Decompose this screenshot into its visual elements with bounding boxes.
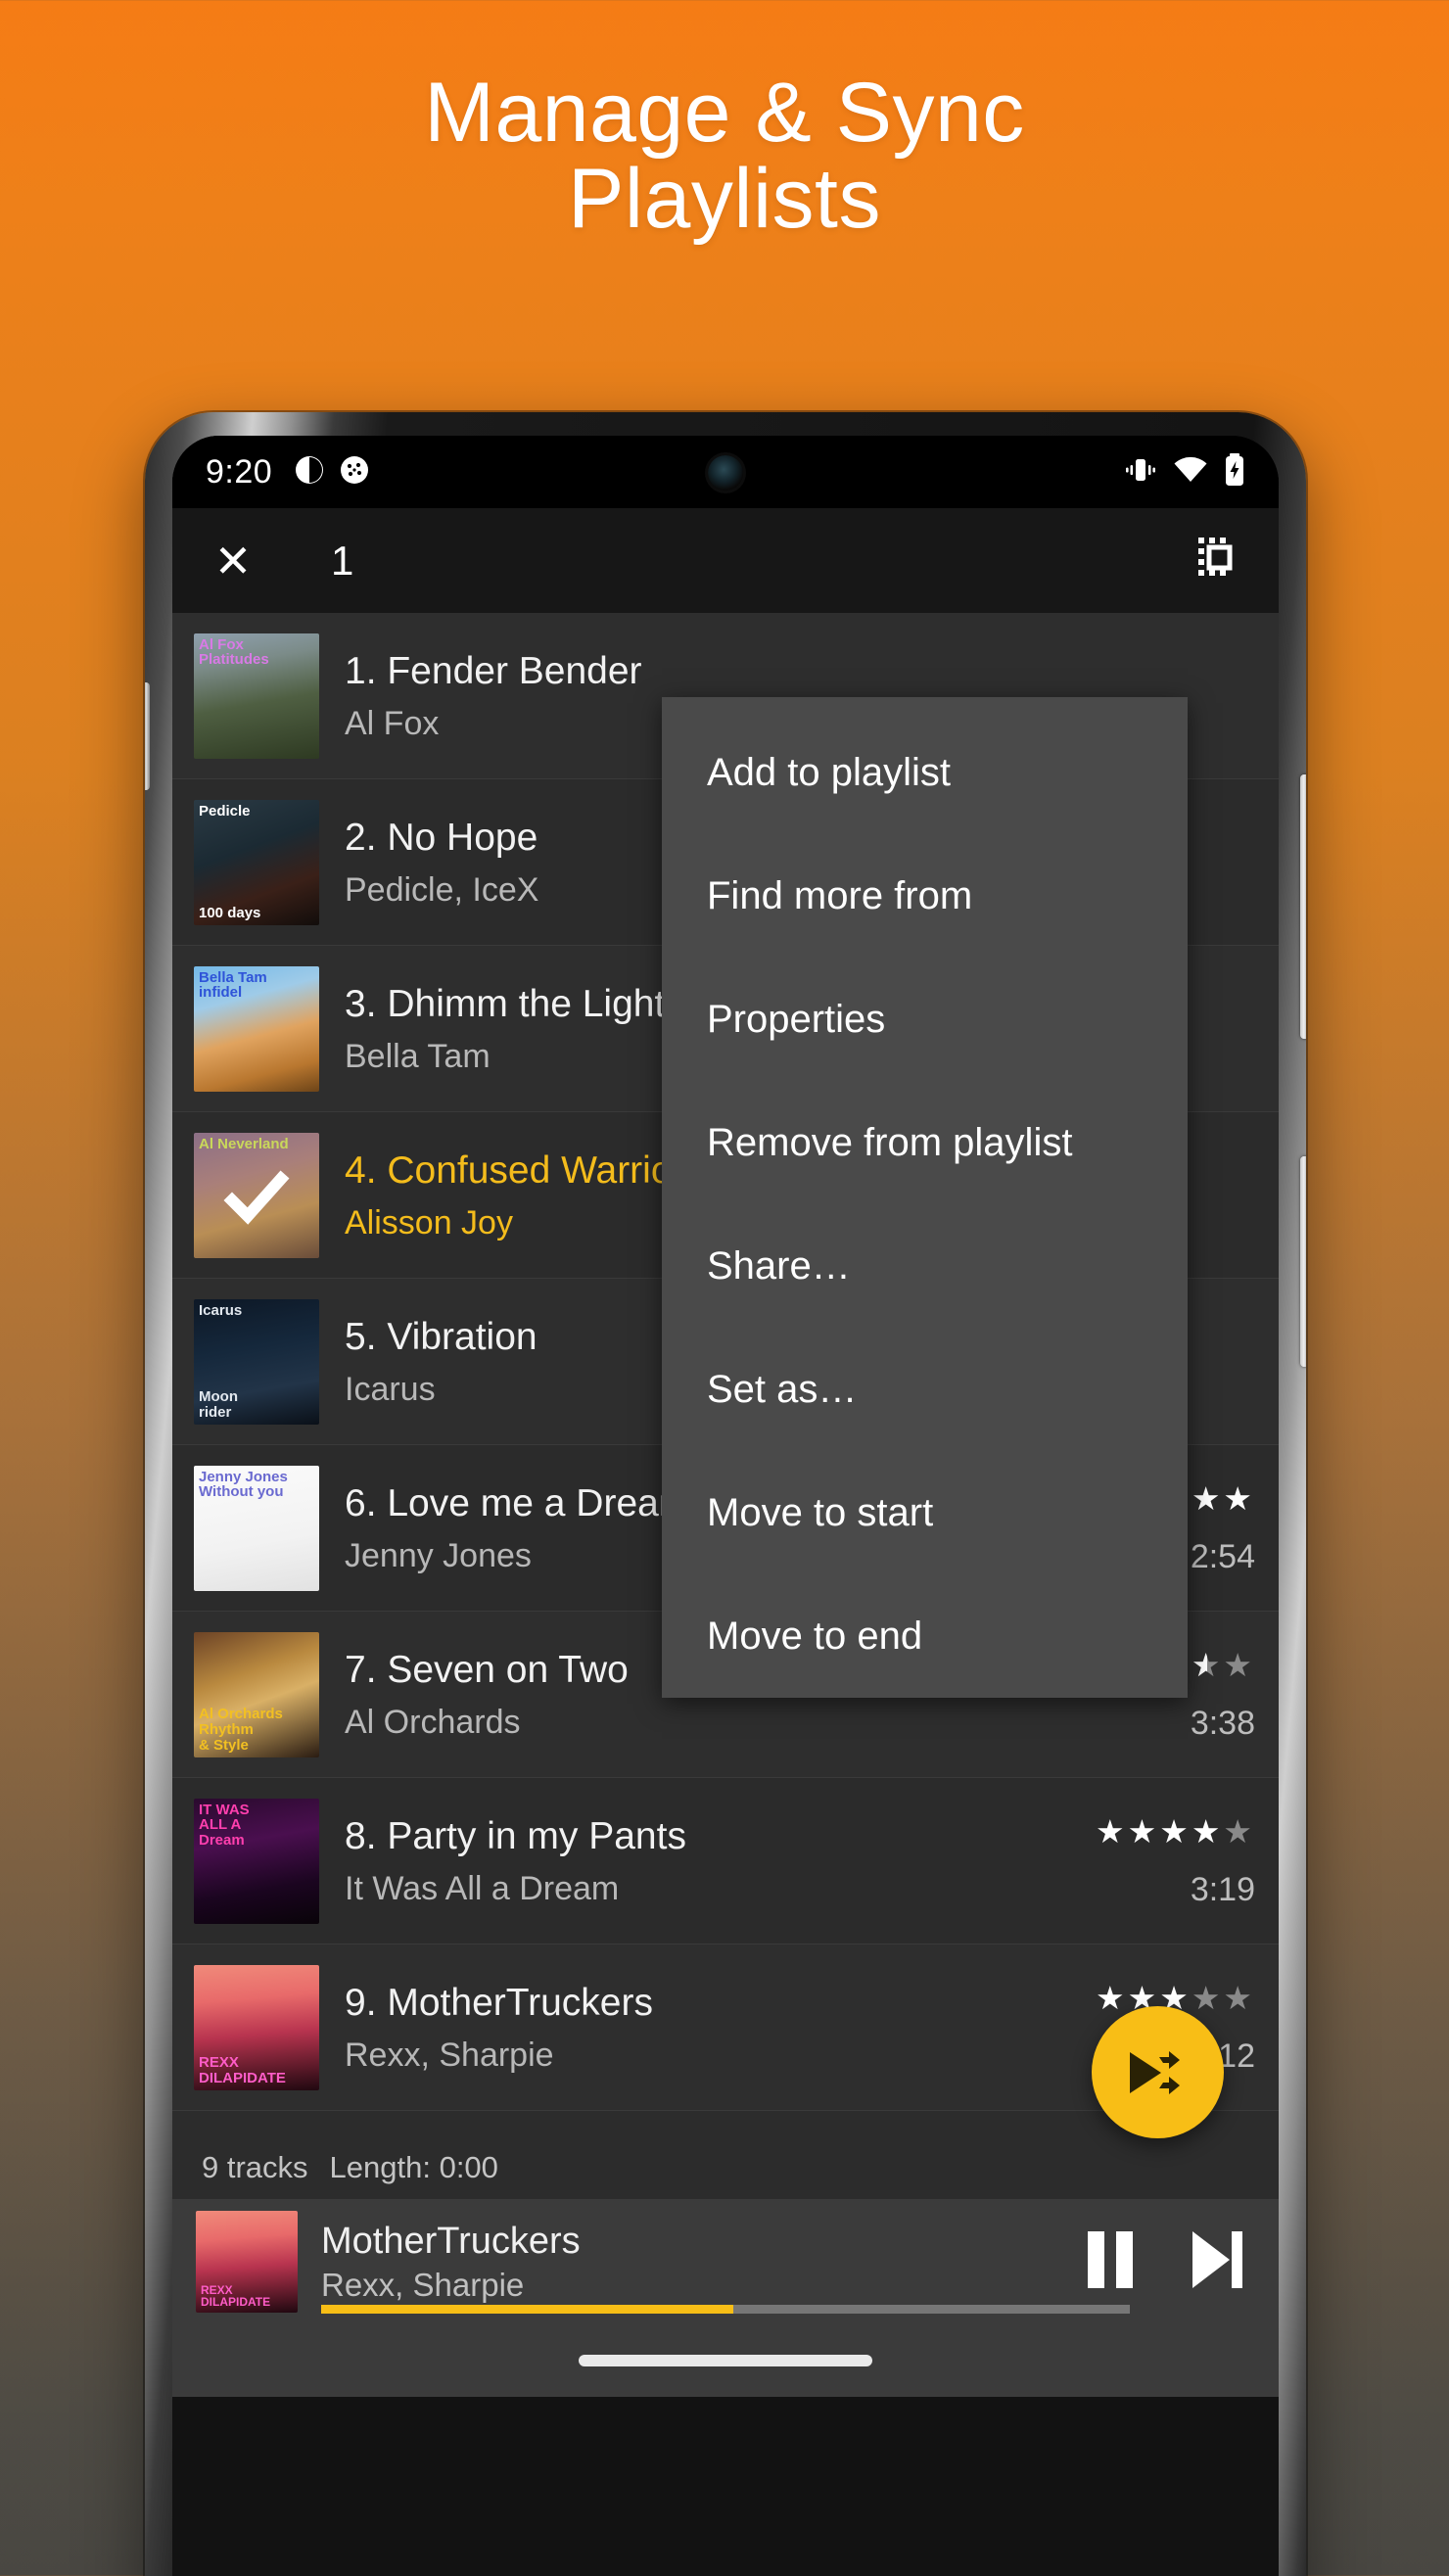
- track-artist: Al Orchards: [345, 1704, 521, 1742]
- app-screen: 9:20 ✕ 1 Al Fox Platitudes 1. Fender Ben…: [172, 436, 1279, 2576]
- artwork-label: Al Fox Platitudes: [199, 635, 269, 669]
- headline-line-2: Playlists: [568, 151, 881, 246]
- track-duration: 3:38: [1190, 1705, 1255, 1742]
- front-camera: [708, 455, 743, 491]
- do-not-disturb-icon: [294, 454, 325, 491]
- playlist-length-label: Length: 0:00: [329, 2150, 498, 2184]
- track-artwork[interactable]: Pedicle 100 days: [194, 799, 319, 925]
- menu-item-find-more-from[interactable]: Find more from: [662, 834, 1188, 958]
- track-duration: 3:19: [1190, 1871, 1255, 1908]
- home-gesture-bar[interactable]: [172, 2324, 1279, 2397]
- track-artwork[interactable]: Bella Tam infidel: [194, 965, 319, 1092]
- artwork-label: Bella Tam infidel: [199, 968, 267, 1002]
- close-selection-button[interactable]: ✕: [206, 539, 260, 584]
- phone-power-button[interactable]: [1300, 1156, 1306, 1367]
- now-playing-title: MotherTruckers: [321, 2220, 581, 2262]
- artwork-label: Pedicle: [199, 802, 251, 820]
- pause-button[interactable]: [1083, 2229, 1138, 2295]
- playback-progress-bar[interactable]: [321, 2305, 1130, 2314]
- menu-item-add-to-playlist[interactable]: Add to playlist: [662, 697, 1188, 834]
- track-artwork[interactable]: Jenny Jones Without you: [194, 1465, 319, 1591]
- selected-check-icon: [222, 1163, 291, 1232]
- track-count-label: 9 tracks: [202, 2150, 308, 2184]
- selection-toolbar: ✕ 1: [172, 508, 1279, 613]
- artwork-label: IT WAS ALL A Dream: [199, 1801, 250, 1849]
- track-artwork[interactable]: Al Fox Platitudes: [194, 632, 319, 759]
- phone-screen-bezel: 9:20 ✕ 1 Al Fox Platitudes 1. Fender Ben…: [172, 436, 1279, 2576]
- track-title: 1. Fender Bender: [345, 649, 642, 692]
- playback-progress-fill: [321, 2305, 734, 2314]
- artwork-label: Al Neverland: [199, 1135, 289, 1152]
- artwork-label-secondary: REXX DILAPIDATE: [201, 2282, 271, 2310]
- track-title: 9. MotherTruckers: [345, 1981, 653, 2024]
- phone-left-button[interactable]: [145, 682, 150, 790]
- battery-charging-icon: [1224, 452, 1245, 492]
- artwork-label-secondary: Al Orchards Rhythm & Style: [199, 1706, 283, 1754]
- play-shuffle-icon: [1129, 2050, 1180, 2094]
- phone-volume-button[interactable]: [1300, 774, 1306, 1039]
- track-artwork[interactable]: Al Orchards Rhythm & Style: [194, 1631, 319, 1757]
- apps-icon: [339, 454, 370, 491]
- track-row[interactable]: IT WAS ALL A Dream 8. Party in my Pants It…: [172, 1778, 1279, 1944]
- menu-item-remove-from-playlist[interactable]: Remove from playlist: [662, 1081, 1188, 1204]
- menu-item-properties[interactable]: Properties: [662, 958, 1188, 1081]
- artwork-label-secondary: REXX DILAPIDATE: [199, 2054, 286, 2086]
- track-artist: It Was All a Dream: [345, 1870, 620, 1908]
- artwork-label-secondary: Moon rider: [199, 1388, 238, 1421]
- now-playing-artist: Rexx, Sharpie: [321, 2266, 525, 2303]
- mini-player[interactable]: REXX DILAPIDATE MotherTruckers Rexx, Sha…: [172, 2199, 1279, 2324]
- selected-count-label: 1: [331, 537, 354, 584]
- promo-headline: Manage & Sync Playlists: [0, 70, 1449, 242]
- headline-line-1: Manage & Sync: [424, 66, 1025, 160]
- menu-item-set-as[interactable]: Set as…: [662, 1328, 1188, 1451]
- select-all-icon[interactable]: [1196, 536, 1241, 585]
- artwork-label: Icarus: [199, 1301, 243, 1319]
- phone-mockup: 9:20 ✕ 1 Al Fox Platitudes 1. Fender Ben…: [145, 412, 1306, 2576]
- menu-item-share[interactable]: Share…: [662, 1204, 1188, 1328]
- track-artwork[interactable]: REXX DILAPIDATE: [194, 1964, 319, 2090]
- status-bar: 9:20: [172, 436, 1279, 508]
- track-artist: Rexx, Sharpie: [345, 2037, 554, 2075]
- track-artwork[interactable]: IT WAS ALL A Dream: [194, 1798, 319, 1924]
- skip-next-button[interactable]: [1189, 2229, 1245, 2295]
- track-rating-stars[interactable]: ★★★★★: [1024, 1812, 1255, 1855]
- now-playing-artwork: REXX DILAPIDATE: [196, 2211, 298, 2313]
- artwork-label: Jenny Jones Without you: [199, 1468, 288, 1501]
- track-artwork[interactable]: Icarus Moon rider: [194, 1298, 319, 1425]
- vibrate-icon: [1124, 455, 1157, 490]
- context-menu: Add to playlist Find more from Properties R…: [662, 697, 1188, 1698]
- artwork-label-secondary: 100 days: [199, 904, 261, 921]
- track-artwork[interactable]: Al Neverland: [194, 1132, 319, 1258]
- status-bar-time: 9:20: [206, 452, 273, 491]
- playlist-scroll-area[interactable]: Al Fox Platitudes 1. Fender Bender Al Fox P…: [172, 613, 1279, 2199]
- track-title: 8. Party in my Pants: [345, 1814, 686, 1857]
- menu-item-move-to-end[interactable]: Move to end: [662, 1574, 1188, 1698]
- playlist-summary: 9 tracks Length: 0:00: [172, 2136, 1279, 2199]
- play-shuffle-fab[interactable]: [1092, 2006, 1224, 2138]
- menu-item-move-to-start[interactable]: Move to start: [662, 1451, 1188, 1574]
- wifi-icon: [1173, 456, 1208, 489]
